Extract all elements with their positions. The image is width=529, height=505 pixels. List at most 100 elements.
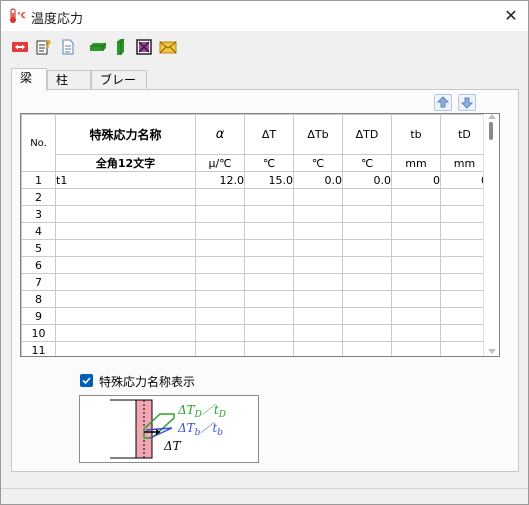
show-name-checkbox[interactable] <box>80 374 93 387</box>
grid-cell[interactable] <box>244 341 294 356</box>
grid-scrollbar[interactable] <box>483 114 499 356</box>
grid-cell[interactable] <box>342 324 392 342</box>
row-number[interactable]: 7 <box>21 273 56 291</box>
grid-cell[interactable] <box>391 205 441 223</box>
scroll-down-arrow-icon[interactable] <box>488 349 496 354</box>
grid-cell[interactable] <box>391 222 441 240</box>
mail-icon[interactable] <box>159 38 177 56</box>
grid-cell[interactable] <box>244 239 294 257</box>
grid-cell[interactable] <box>391 239 441 257</box>
grid-cell[interactable] <box>293 290 343 308</box>
grid-cell[interactable] <box>440 239 489 257</box>
grid-cell[interactable] <box>55 290 196 308</box>
grid-cell[interactable]: 0 <box>391 171 441 189</box>
grid-cell[interactable] <box>440 307 489 325</box>
grid-cell[interactable]: t1 <box>55 171 196 189</box>
grid-cell[interactable] <box>342 341 392 356</box>
grid-cell[interactable] <box>244 205 294 223</box>
row-number[interactable]: 8 <box>21 290 56 308</box>
tab-brace[interactable]: ブレース <box>91 70 147 105</box>
row-number[interactable]: 1 <box>21 171 56 189</box>
document-icon[interactable] <box>59 38 77 56</box>
grid-cell[interactable] <box>342 205 392 223</box>
grid-cell[interactable] <box>244 307 294 325</box>
grid-cell[interactable] <box>55 341 196 356</box>
scroll-up-arrow-icon[interactable] <box>488 114 496 119</box>
green-beam-icon[interactable] <box>89 38 107 56</box>
grid-cell[interactable] <box>293 341 343 356</box>
grid-cell[interactable] <box>55 256 196 274</box>
close-button[interactable]: ✕ <box>494 1 528 31</box>
grid-cell[interactable] <box>342 188 392 206</box>
row-number[interactable]: 5 <box>21 239 56 257</box>
grid-cell[interactable] <box>244 222 294 240</box>
grid-cell[interactable]: 15.0 <box>244 171 294 189</box>
grid-cell[interactable] <box>195 307 245 325</box>
grid-cell[interactable] <box>293 239 343 257</box>
grid-cell[interactable] <box>195 188 245 206</box>
grid-cell[interactable] <box>440 188 489 206</box>
grid-cell[interactable]: 12.0 <box>195 171 245 189</box>
move-down-button[interactable] <box>458 94 476 111</box>
grid-cell[interactable] <box>391 188 441 206</box>
resize-width-icon[interactable] <box>11 38 29 56</box>
grid-cell[interactable] <box>391 341 441 356</box>
grid-cell[interactable]: 0 <box>440 171 489 189</box>
grid-cell[interactable] <box>293 307 343 325</box>
grid-cell[interactable] <box>391 256 441 274</box>
grid-cell[interactable] <box>342 273 392 291</box>
grid-cell[interactable] <box>293 222 343 240</box>
grid-cell[interactable] <box>55 324 196 342</box>
row-number[interactable]: 11 <box>21 341 56 356</box>
grid-cell[interactable] <box>293 324 343 342</box>
grid-cell[interactable] <box>55 205 196 223</box>
brace-icon[interactable] <box>135 38 153 56</box>
scrollbar-thumb[interactable] <box>489 122 493 140</box>
grid-cell[interactable] <box>55 188 196 206</box>
grid-cell[interactable] <box>440 324 489 342</box>
help-document-icon[interactable]: ? <box>35 38 53 56</box>
grid-cell[interactable] <box>244 256 294 274</box>
green-column-icon[interactable] <box>111 38 129 56</box>
grid-cell[interactable] <box>342 222 392 240</box>
row-number[interactable]: 6 <box>21 256 56 274</box>
grid-cell[interactable] <box>55 307 196 325</box>
grid-cell[interactable] <box>342 307 392 325</box>
grid-cell[interactable] <box>55 239 196 257</box>
row-number[interactable]: 2 <box>21 188 56 206</box>
grid-cell[interactable] <box>244 290 294 308</box>
grid-cell[interactable] <box>440 290 489 308</box>
grid-cell[interactable] <box>244 188 294 206</box>
grid-cell[interactable] <box>342 290 392 308</box>
grid-cell[interactable] <box>293 188 343 206</box>
row-number[interactable]: 4 <box>21 222 56 240</box>
grid-cell[interactable] <box>293 205 343 223</box>
tab-beam[interactable]: 梁 <box>11 68 47 91</box>
tab-column[interactable]: 柱 <box>47 70 91 90</box>
grid-cell[interactable] <box>440 273 489 291</box>
grid-cell[interactable]: 0.0 <box>293 171 343 189</box>
grid-cell[interactable] <box>195 256 245 274</box>
grid-cell[interactable] <box>55 222 196 240</box>
grid-cell[interactable] <box>195 239 245 257</box>
grid-cell[interactable] <box>195 324 245 342</box>
grid-cell[interactable] <box>195 290 245 308</box>
row-number[interactable]: 9 <box>21 307 56 325</box>
grid-cell[interactable] <box>55 273 196 291</box>
grid-cell[interactable] <box>293 256 343 274</box>
grid-cell[interactable] <box>391 273 441 291</box>
move-up-button[interactable] <box>434 94 452 111</box>
grid-cell[interactable] <box>440 222 489 240</box>
grid-cell[interactable]: 0.0 <box>342 171 392 189</box>
grid-cell[interactable] <box>391 324 441 342</box>
grid-cell[interactable] <box>440 205 489 223</box>
grid-cell[interactable] <box>440 341 489 356</box>
grid-cell[interactable] <box>195 341 245 356</box>
grid-cell[interactable] <box>195 222 245 240</box>
row-number[interactable]: 10 <box>21 324 56 342</box>
grid-cell[interactable] <box>440 256 489 274</box>
grid-cell[interactable] <box>244 324 294 342</box>
grid-cell[interactable] <box>195 205 245 223</box>
grid-cell[interactable] <box>195 273 245 291</box>
grid-cell[interactable] <box>391 290 441 308</box>
